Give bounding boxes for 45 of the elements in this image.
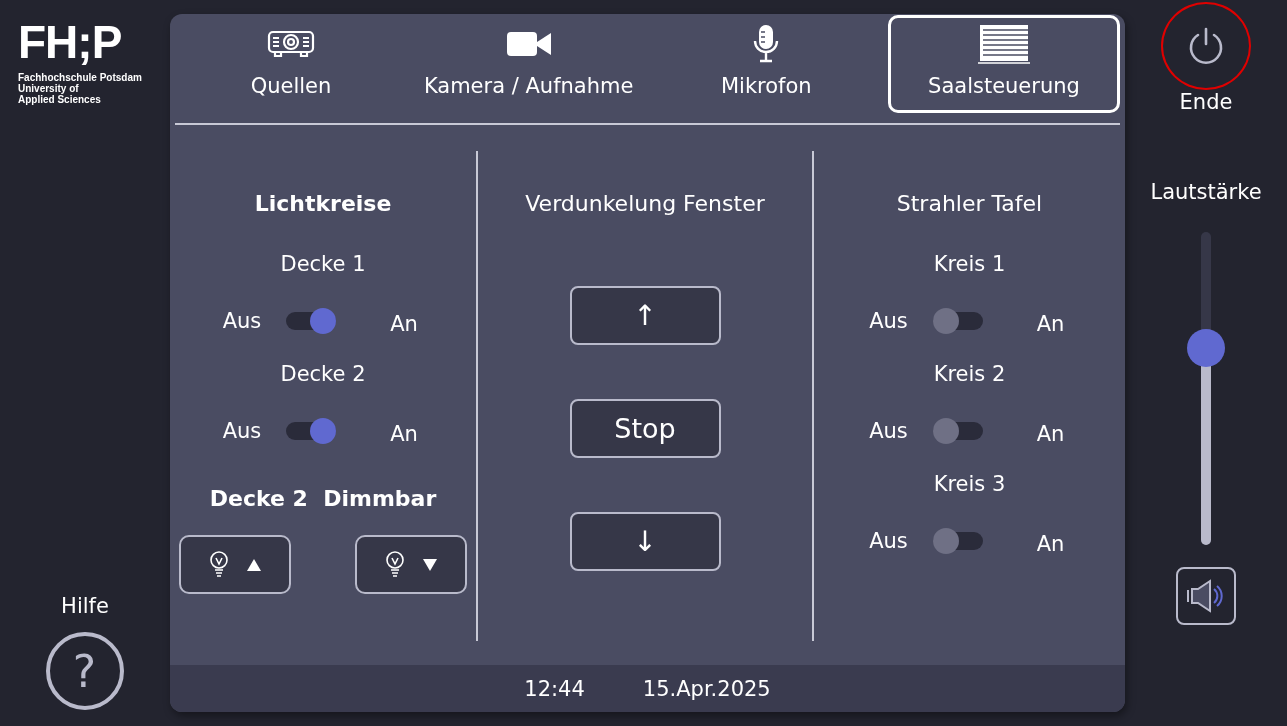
lightbulb-icon (209, 550, 229, 579)
triangle-up-icon (247, 558, 261, 571)
clock-time: 12:44 (524, 676, 585, 701)
logo-subtitle: Fachhochschule Potsdam (18, 72, 142, 83)
off-label: Aus (221, 419, 263, 443)
switch-label: Decke 1 (280, 252, 366, 276)
section-title: Strahler Tafel (896, 191, 1043, 216)
switch-label: Kreis 2 (933, 362, 1006, 386)
section-title: Lichtkreise (254, 191, 392, 216)
blinds-button[interactable]: ↑ (569, 286, 721, 345)
tab[interactable]: Mikrofon (650, 15, 883, 113)
blinds-icon (976, 24, 1031, 64)
logo-subtitle: University of (18, 83, 79, 94)
on-label: An (1035, 312, 1066, 336)
off-label: Aus (868, 419, 909, 443)
mute-button[interactable] (1176, 567, 1236, 625)
dim-down-button[interactable] (355, 535, 467, 594)
on-label: An (389, 312, 419, 336)
tab[interactable]: Kamera / Aufnahme (412, 15, 645, 113)
dim-up-button[interactable] (179, 535, 291, 594)
tab[interactable]: Quellen (175, 15, 407, 113)
off-label: Aus (868, 529, 909, 553)
power-label: Ende (1179, 90, 1233, 114)
off-label: Aus (221, 309, 263, 333)
switch-label: Kreis 1 (933, 252, 1006, 276)
lightbulb-icon (385, 550, 405, 579)
section-title: Verdunkelung Fenster (525, 191, 765, 216)
blinds-button[interactable]: ↓ (569, 512, 721, 571)
on-label: An (1035, 422, 1066, 446)
logo-subtitle: Applied Sciences (18, 94, 102, 105)
logo-wordmark: FH;P (18, 18, 123, 66)
help-button[interactable]: ? (45, 632, 124, 710)
tab[interactable]: Saalsteuerung (887, 15, 1120, 113)
video-camera-icon (505, 29, 552, 59)
triangle-down-icon (423, 558, 437, 571)
dimmer-title: Decke 2 Dimmbar (209, 486, 437, 511)
on-label: An (1035, 532, 1066, 556)
help-label: Hilfe (61, 594, 109, 618)
blinds-button[interactable]: Stop (569, 399, 721, 458)
date: 15.Apr.2025 (642, 676, 771, 701)
switch-label: Decke 2 (280, 362, 366, 386)
volume-label: Lautstärke (1150, 180, 1262, 204)
on-label: An (389, 422, 419, 446)
off-label: Aus (868, 309, 909, 333)
switch-label: Kreis 3 (933, 472, 1006, 496)
